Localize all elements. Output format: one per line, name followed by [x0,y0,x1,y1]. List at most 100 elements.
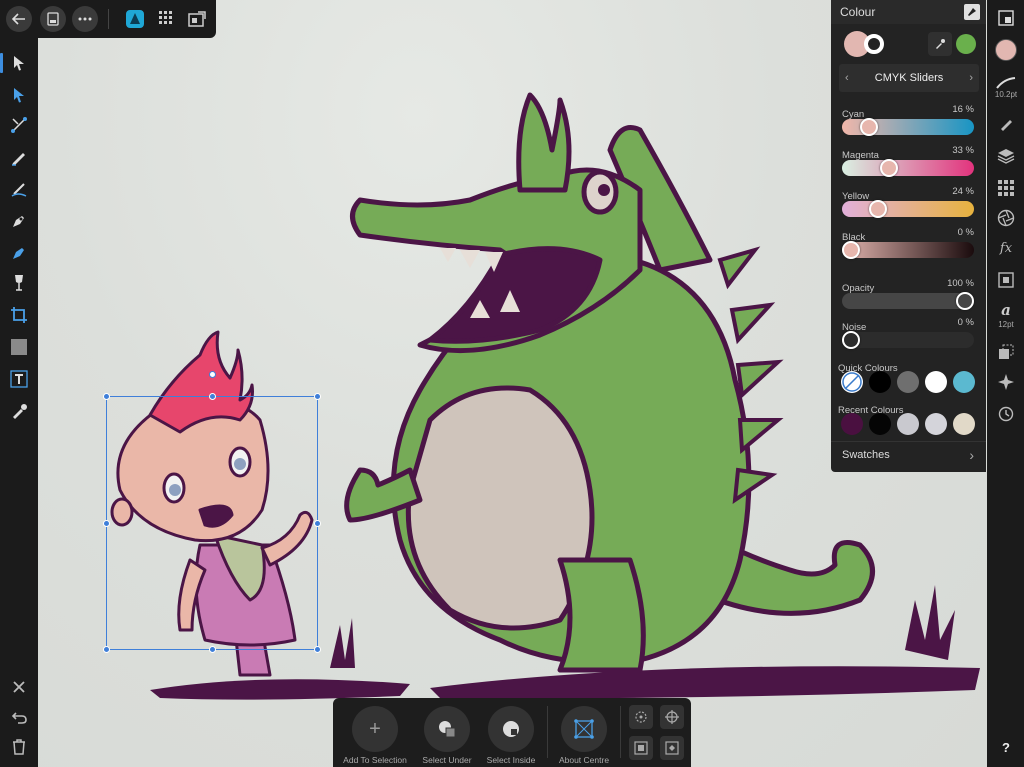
selection-handle-tl[interactable] [103,393,110,400]
close-button[interactable] [5,674,33,700]
recent-colour-3[interactable] [897,413,919,435]
pixel-persona-button[interactable] [154,6,180,32]
recent-colour-2[interactable] [869,413,891,435]
selection-handle-tr[interactable] [314,393,321,400]
transform-studio-button[interactable] [991,338,1021,366]
colour-panel-header: Colour [831,0,986,24]
effects-studio-button[interactable] [991,204,1021,232]
magenta-value: 33 % [952,145,974,156]
yellow-slider[interactable] [842,200,974,218]
crop-tool[interactable] [5,302,33,328]
node-tool[interactable] [5,82,33,108]
selection-handle-bm[interactable] [209,646,216,653]
more-button[interactable] [72,6,98,32]
recent-colour-4[interactable] [925,413,947,435]
frame-fit-icon [634,741,648,755]
brushes-studio-button[interactable] [991,110,1021,138]
text-studio-button[interactable]: a 12pt [991,298,1021,332]
selection-bounding-box[interactable] [103,371,321,653]
cyan-slider-knob[interactable] [860,118,879,136]
selection-handle-mr[interactable] [314,520,321,527]
pen-nib-icon [13,216,24,227]
quick-colour-black[interactable] [869,371,891,393]
no-colour-icon [842,372,862,392]
yellow-slider-knob[interactable] [869,200,888,218]
about-centre-button[interactable] [561,706,607,752]
pencil-tool[interactable] [5,144,33,170]
flip-button[interactable] [660,736,684,760]
colour-mode-selector[interactable]: ‹ CMYK Sliders › [839,64,979,92]
magenta-slider-knob[interactable] [879,159,898,177]
stroke-studio-button[interactable]: 10.2pt [991,72,1021,104]
export-persona-button[interactable] [184,6,210,32]
rotation-handle[interactable] [209,371,216,378]
navigator-studio-button[interactable] [991,4,1021,32]
back-button[interactable] [6,6,32,32]
studio-toolbar: 10.2pt fx a 12pt ? [987,0,1024,767]
current-colour-swatch [995,39,1017,61]
recent-colour-5[interactable] [953,413,975,435]
add-to-selection-button[interactable]: + [352,706,398,752]
text-tool[interactable] [5,366,33,392]
vector-brush-tool[interactable] [5,176,33,202]
stroke-colour-well[interactable] [864,34,884,54]
colour-picker-tool[interactable] [5,398,33,424]
quick-colour-none[interactable] [841,371,863,393]
plus-icon: + [369,717,381,740]
opacity-slider-knob[interactable] [956,292,974,310]
history-studio-button[interactable] [991,400,1021,428]
colour-studio-button[interactable] [991,36,1021,64]
opacity-slider[interactable] [842,292,974,310]
delete-button[interactable] [5,734,33,760]
rotate-transform-button[interactable] [629,705,653,729]
fill-tool[interactable] [5,240,33,266]
selection-handle-br[interactable] [314,646,321,653]
crop-icon [11,307,27,323]
rectangle-tool[interactable] [5,334,33,360]
black-slider[interactable] [842,241,974,259]
selection-handle-bl[interactable] [103,646,110,653]
quick-colour-cyan[interactable] [953,371,975,393]
noise-slider[interactable] [842,331,974,349]
swatches-row[interactable]: Swatches › [831,441,986,467]
recent-colour-1[interactable] [841,413,863,435]
help-button[interactable]: ? [991,733,1021,761]
selection-handle-ml[interactable] [103,520,110,527]
swatches-studio-button[interactable] [991,174,1021,202]
rotate-frame-icon [635,711,647,723]
pin-panel-button[interactable] [964,4,980,20]
selection-handle-tm[interactable] [209,393,216,400]
magenta-slider[interactable] [842,159,974,177]
colour-picker-button[interactable] [928,32,952,56]
cyan-slider[interactable] [842,118,974,136]
transparency-tool[interactable] [5,270,33,296]
fx-studio-button[interactable]: fx [991,234,1021,262]
pencil-icon [12,153,25,166]
add-to-selection-label: Add To Selection [343,755,407,765]
appearance-icon [998,272,1014,288]
undo-button[interactable] [5,704,33,730]
layers-studio-button[interactable] [991,142,1021,170]
quick-colour-grey[interactable] [897,371,919,393]
noise-slider-knob[interactable] [842,331,860,349]
snapping-studio-button[interactable] [991,368,1021,396]
rectangle-icon [11,339,27,355]
select-inside-button[interactable] [488,706,534,752]
quick-colour-white[interactable] [925,371,947,393]
appearance-studio-button[interactable] [991,266,1021,294]
chevron-left-icon[interactable]: ‹ [845,72,849,84]
document-button[interactable] [40,6,66,32]
move-tool[interactable] [0,50,33,76]
chevron-right-icon[interactable]: › [969,72,973,84]
fill-pen-icon [13,248,24,259]
frame-fit-button[interactable] [629,736,653,760]
eyedropper-icon [936,39,945,49]
picked-colour-swatch[interactable] [956,34,976,54]
pen-tool[interactable] [5,208,33,234]
about-centre-label: About Centre [558,755,610,765]
select-under-button[interactable] [424,706,470,752]
designer-persona-button[interactable] [122,6,148,32]
black-slider-knob[interactable] [842,241,860,259]
point-transform-tool[interactable] [5,112,33,138]
transform-origin-button[interactable] [660,705,684,729]
